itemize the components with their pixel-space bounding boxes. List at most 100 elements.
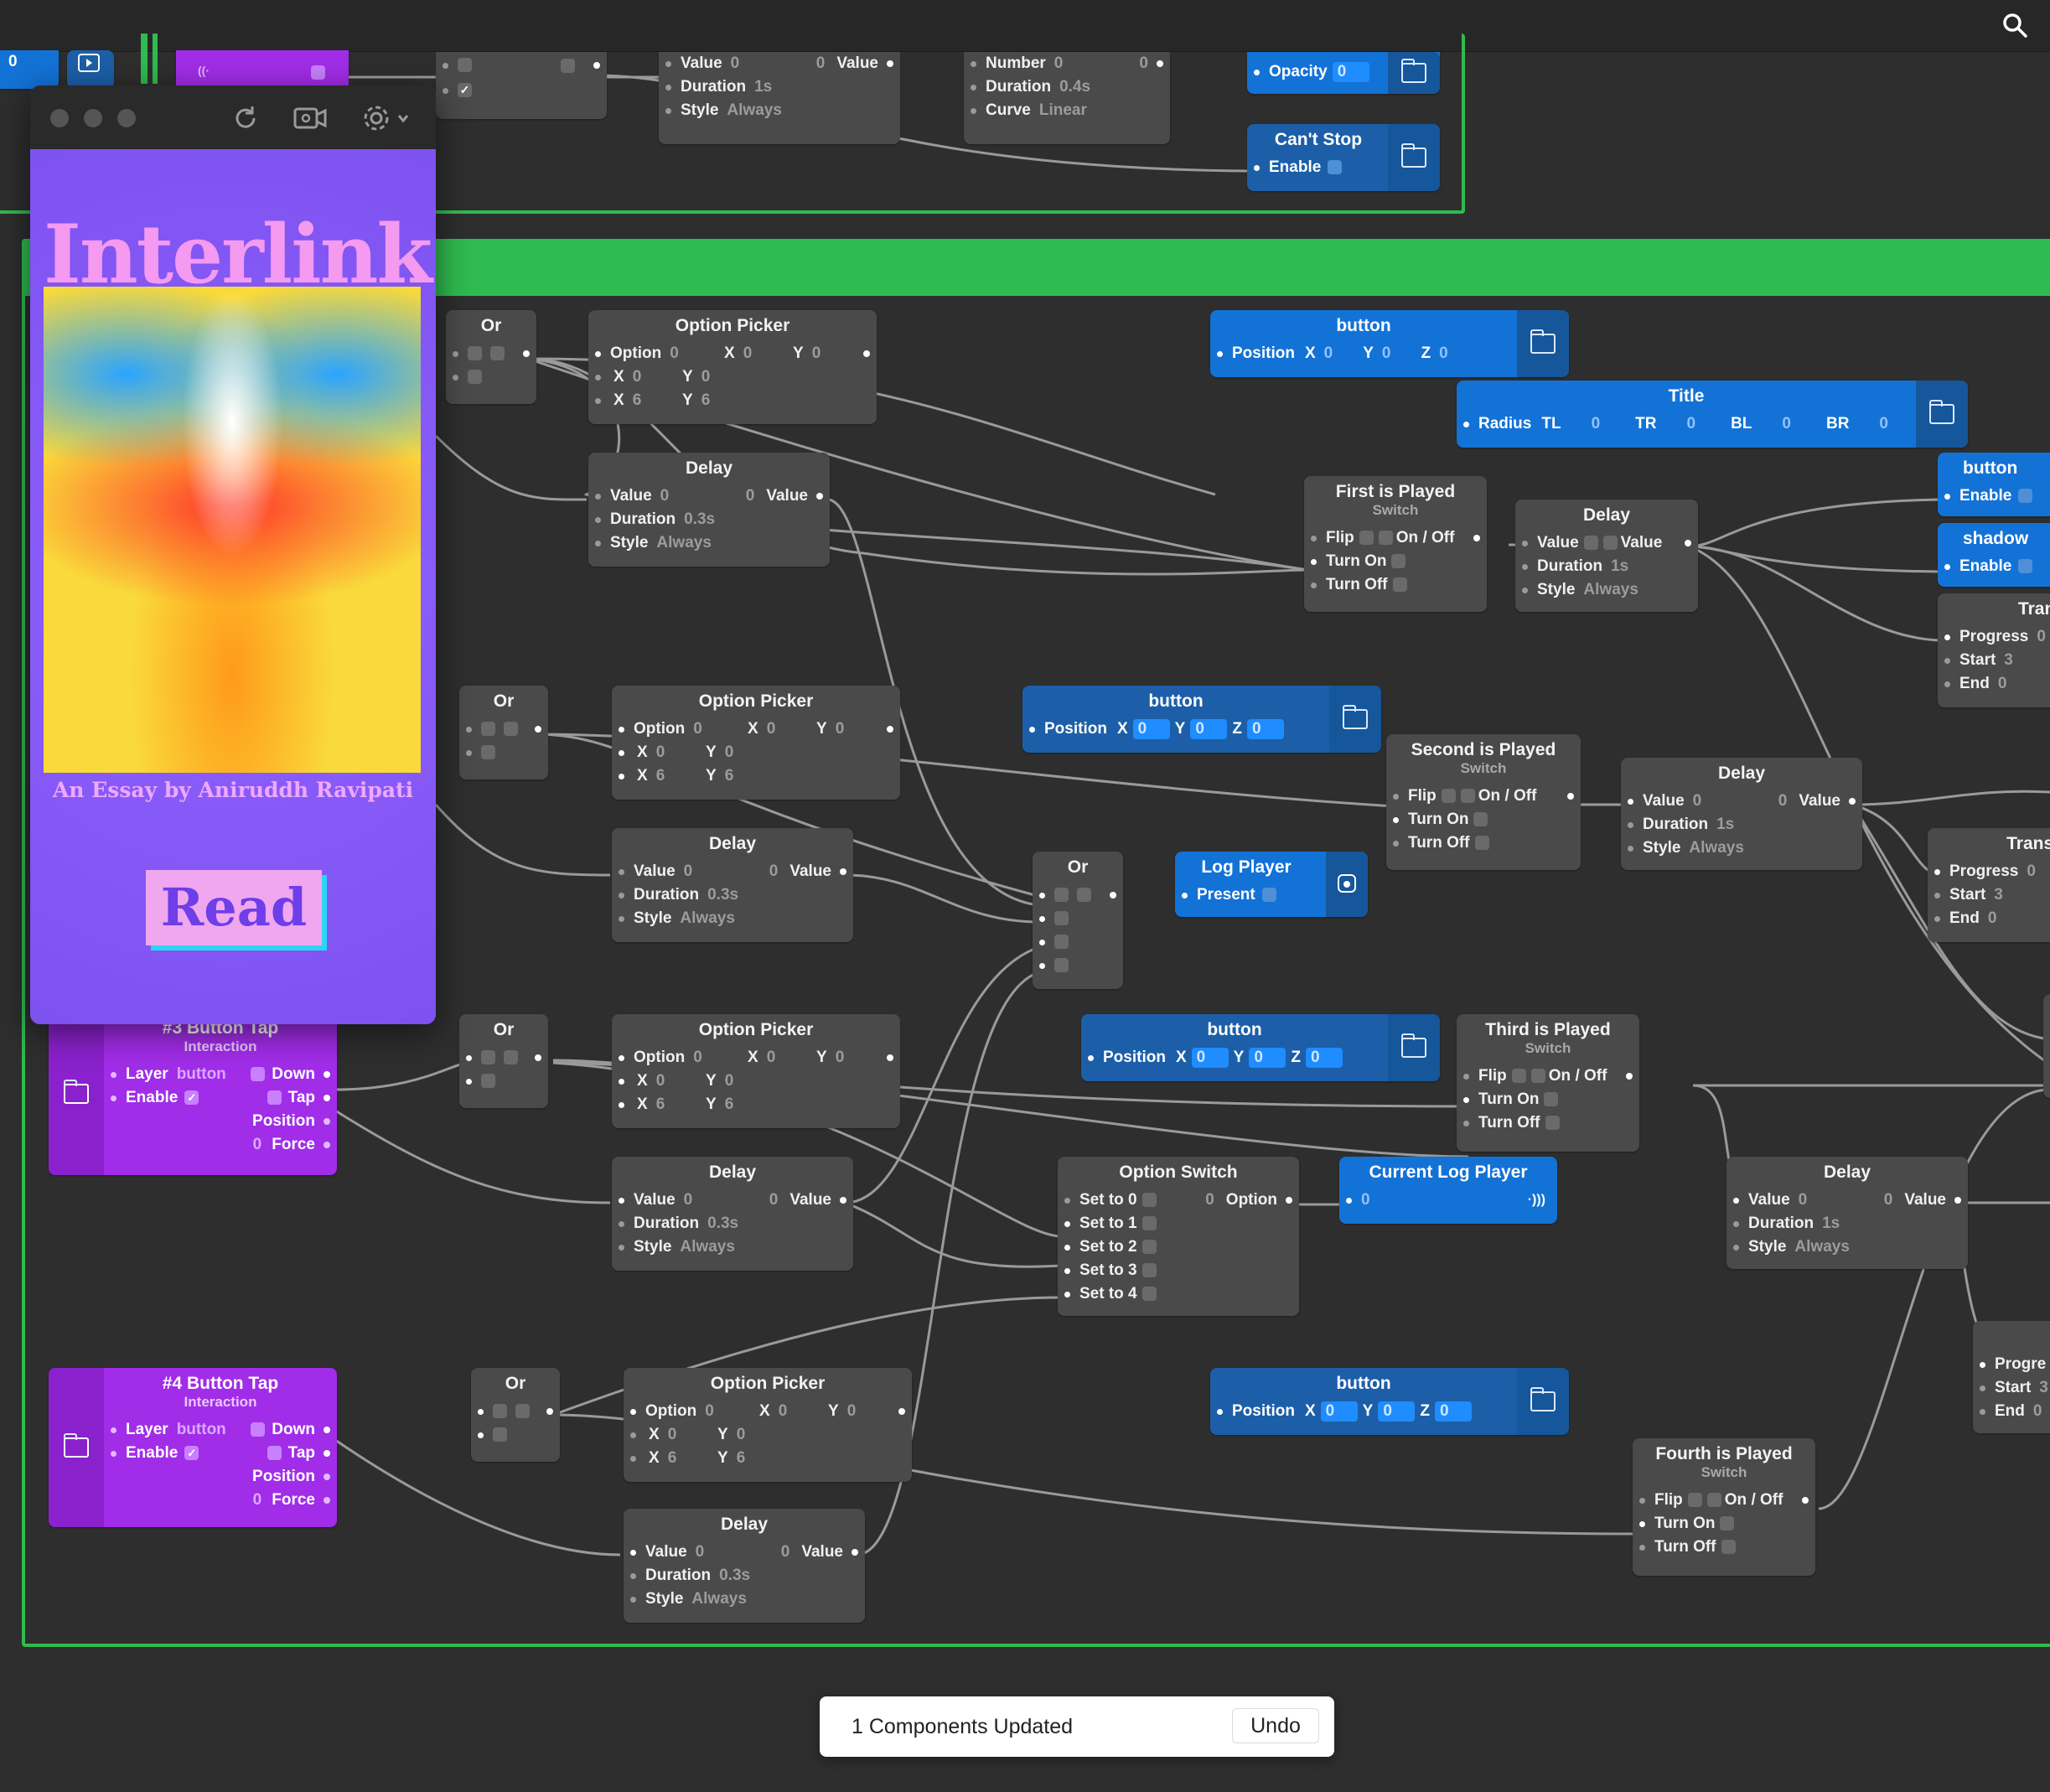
preview-window[interactable]: Interlink An Essay by Aniruddh Ravipati … [30, 85, 436, 1024]
value-field[interactable]: 0 [1249, 1047, 1286, 1068]
port-value-box[interactable] [481, 745, 495, 760]
delay-node-1s-a[interactable]: Delay Value Value Duration 1s Style Always [1515, 500, 1698, 612]
preview-titlebar[interactable] [30, 85, 436, 149]
or-node-3[interactable]: Or [459, 1014, 548, 1108]
top-or-node[interactable]: ✓ [436, 52, 607, 119]
value-field[interactable]: 0 [1378, 1401, 1416, 1422]
value-field[interactable]: 0 [1190, 718, 1228, 739]
delay-node-1s-c[interactable]: Delay Value 0 0 Value Duration 1s Style Alway… [1726, 1157, 1968, 1269]
shadow-enable-node[interactable]: shadow Enable [1938, 523, 2050, 587]
folder-button[interactable] [1517, 310, 1569, 377]
port-value-box[interactable] [1706, 1493, 1721, 1508]
input-box-2[interactable] [561, 59, 575, 73]
port-value-box[interactable] [267, 1446, 282, 1461]
port-value-box[interactable] [1720, 1516, 1735, 1531]
logic-button[interactable] [1326, 852, 1368, 917]
port-value-box[interactable] [490, 346, 505, 361]
button-enable-node[interactable]: button Enable [1938, 453, 2050, 516]
or-node-2[interactable]: Or [459, 686, 548, 779]
close-dot[interactable] [50, 109, 69, 127]
transition-node-c[interactable]: T Progre Start 3 End 0 [1973, 1321, 2050, 1433]
folder-button[interactable] [1388, 52, 1440, 94]
current-log-player-node[interactable]: Current Log Player 0 ·))) [1339, 1157, 1557, 1224]
port-value-box[interactable] [468, 370, 482, 385]
folder-button[interactable] [1329, 686, 1381, 753]
port-value-box[interactable] [1054, 958, 1069, 973]
port-value-box[interactable] [1392, 577, 1407, 593]
port-value-box[interactable] [1378, 531, 1393, 546]
delay-node-1s-b[interactable]: Delay Value 0 0 Value Duration 1s Style Alway… [1621, 758, 1862, 870]
option-picker-1[interactable]: Option Picker Option 0 X 0 Y 0 X0Y0 X6Y6 [588, 310, 877, 424]
port-value-box[interactable] [2018, 489, 2033, 504]
top-value-node[interactable]: Value 0 0 Value Duration 1s Style Always [659, 52, 900, 144]
top-purple-node[interactable]: ((· [176, 50, 349, 91]
play-icon[interactable] [77, 54, 101, 72]
title-radius-node[interactable]: Title Radius TL 0 TR 0 BL 0 BR 0 [1457, 381, 1968, 448]
delay-node-2[interactable]: Delay Value 0 0 Value Duration 0.3s Style Alw… [612, 828, 853, 942]
port-value-box[interactable] [481, 1074, 495, 1089]
option-picker-3[interactable]: Option Picker Option 0 X 0 Y 0 X0Y0 X6Y6 [612, 1014, 900, 1128]
transition-node-a[interactable]: Trans Progress 0 Start 3 End 0 [1938, 593, 2050, 707]
port-value-box[interactable]: ✓ [184, 1090, 199, 1106]
port-value-box[interactable] [1545, 1116, 1560, 1131]
folder-button[interactable] [1388, 124, 1440, 191]
port-value-box[interactable] [1474, 836, 1489, 851]
port-value-box[interactable] [504, 1050, 518, 1065]
second-played-switch[interactable]: Second is Played Switch Flip On / Off Turn… [1386, 734, 1581, 870]
port-value-box[interactable] [267, 1090, 282, 1106]
port-value-box[interactable] [1359, 531, 1374, 546]
port-value-box[interactable] [1721, 1540, 1736, 1555]
settings-gear-icon[interactable] [362, 104, 412, 132]
port-value-box[interactable] [493, 1404, 507, 1419]
port-value-box[interactable] [251, 1067, 266, 1082]
port-value-box[interactable] [251, 1422, 266, 1437]
port-value-box[interactable] [1054, 935, 1069, 950]
button-position-node-1[interactable]: button Position X 0 Y 0 Z 0 [1210, 310, 1569, 377]
port-value-box[interactable] [1441, 789, 1456, 804]
checked-box[interactable]: ✓ [458, 83, 472, 98]
transition-node-b[interactable]: Transi Progress 0 Start 3 End 0 [1928, 828, 2050, 942]
delay-node-1[interactable]: Delay Value 0 0 Value Duration 0.3s Style Alw… [588, 453, 830, 567]
port-value-box[interactable] [1141, 1216, 1157, 1231]
value-field[interactable]: 0 [1320, 1401, 1358, 1422]
value-field[interactable]: 0 [1434, 1401, 1472, 1422]
port-value-box[interactable] [1544, 1092, 1559, 1107]
value-field[interactable]: 0 [1332, 61, 1369, 82]
port-value-box[interactable] [481, 1050, 495, 1065]
port-value-box[interactable] [481, 722, 495, 737]
folder-button[interactable] [1517, 1368, 1569, 1435]
cant-stop-node[interactable]: Can't Stop Enable [1247, 124, 1440, 191]
port-value-box[interactable] [1141, 1287, 1157, 1302]
port-value-box[interactable] [1054, 888, 1069, 903]
port-value-box[interactable] [1511, 1069, 1526, 1084]
port-value-box[interactable] [1602, 536, 1618, 551]
value-field[interactable]: 0 [1191, 1047, 1229, 1068]
port-value-box[interactable] [468, 346, 482, 361]
port-value-box[interactable] [1687, 1493, 1702, 1508]
button-position-node-2[interactable]: button Position X 0 Y 0 Z 0 [1022, 686, 1381, 753]
opacity-node[interactable]: Opacity 0 [1247, 52, 1440, 94]
port-value-box[interactable] [1583, 536, 1598, 551]
checkbox[interactable] [311, 65, 325, 80]
or-node-1[interactable]: Or [446, 310, 536, 404]
record-icon[interactable] [293, 104, 327, 132]
port-value-box[interactable] [1077, 888, 1091, 903]
port-value-box[interactable] [1391, 554, 1406, 569]
port-value-box[interactable] [1054, 911, 1069, 926]
top-play-node[interactable] [67, 50, 114, 89]
port-value-box[interactable] [1261, 888, 1276, 903]
top-number-node[interactable]: Number 0 0 Duration 0.4s Curve Linear [964, 52, 1170, 144]
option-switch-node[interactable]: Option Switch Set to 0 0 Option Set to 1 S… [1058, 1157, 1299, 1316]
port-value-box[interactable] [515, 1404, 530, 1419]
top-left-blue-node[interactable]: 0 [0, 50, 59, 89]
port-value-box[interactable] [1460, 789, 1475, 804]
refresh-icon[interactable] [231, 104, 260, 132]
read-button[interactable]: Read [146, 870, 322, 945]
or-node-center[interactable]: Or [1033, 852, 1123, 989]
enable-checkbox[interactable] [1328, 160, 1343, 175]
folder-button[interactable] [1916, 381, 1968, 448]
delay-node-3[interactable]: Delay Value 0 0 Value Duration 0.3s Style Alw… [612, 1157, 853, 1271]
port-value-box[interactable] [504, 722, 518, 737]
port-value-box[interactable]: ✓ [184, 1446, 199, 1461]
fourth-played-switch[interactable]: Fourth is Played Switch Flip On / Off Turn… [1633, 1438, 1815, 1576]
